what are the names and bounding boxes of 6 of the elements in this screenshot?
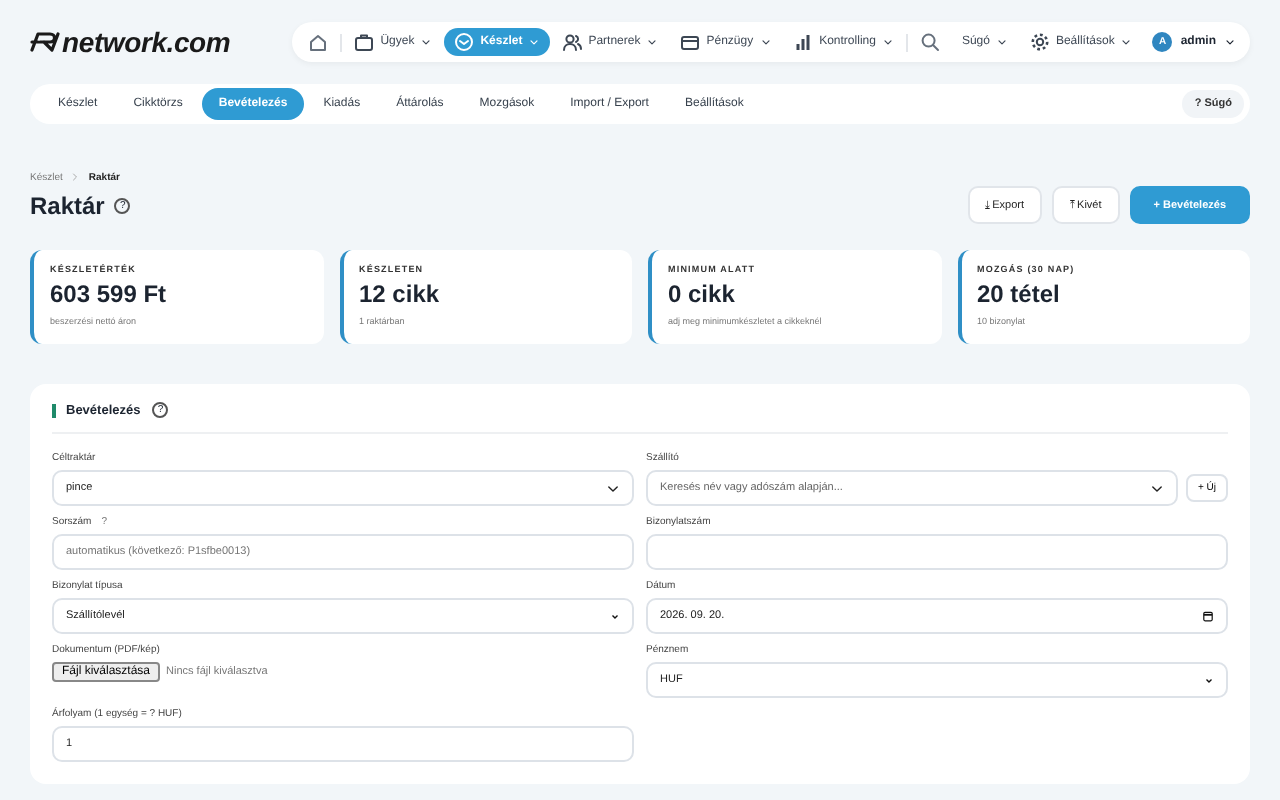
logo-text: network.com — [62, 26, 231, 58]
stat-value: 12 cikk — [359, 280, 442, 308]
stat-value: 0 cikk — [668, 280, 737, 308]
stat-value: 20 tétel — [977, 280, 1062, 308]
page-title: Raktár — [30, 192, 105, 220]
stat-value: 603 599 Ft — [50, 280, 169, 308]
